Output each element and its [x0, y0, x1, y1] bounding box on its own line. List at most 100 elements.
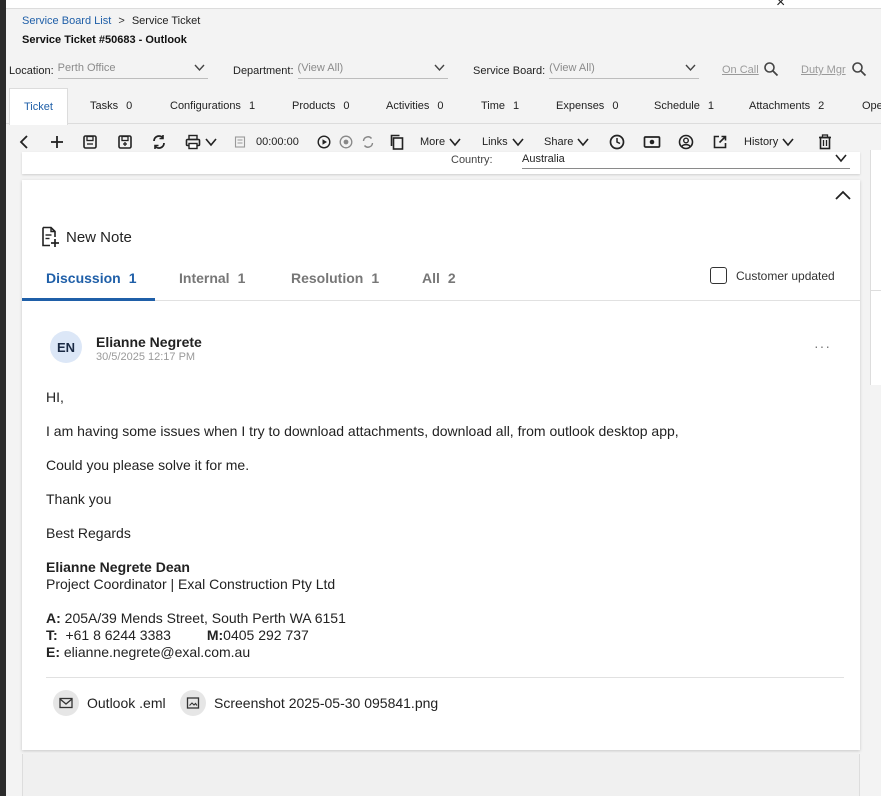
attachments-divider: [46, 677, 844, 678]
tab-activities[interactable]: Activities 0: [386, 88, 444, 124]
department-value: (View All): [297, 62, 344, 74]
stop-icon[interactable]: [339, 131, 353, 153]
avatar: EN: [50, 331, 82, 363]
reset-timer-icon[interactable]: [361, 131, 375, 153]
department-label: Department:: [233, 64, 294, 77]
tab-overflow[interactable]: Ope: [862, 88, 881, 124]
print-icon[interactable]: [185, 131, 218, 153]
image-icon: [180, 690, 206, 716]
open-external-icon[interactable]: [712, 131, 728, 153]
tab-schedule[interactable]: Schedule 1: [654, 88, 714, 124]
refresh-icon[interactable]: [151, 131, 167, 153]
note-line: I am having some issues when I try to do…: [46, 423, 679, 439]
tab-internal[interactable]: Internal 1: [179, 270, 245, 286]
breadcrumb-separator: >: [118, 15, 125, 27]
tab-products[interactable]: Products 0: [292, 88, 350, 124]
expense-icon[interactable]: [643, 131, 661, 153]
on-call-link[interactable]: On Call: [722, 64, 759, 76]
add-note-icon: [42, 226, 59, 247]
tab-ticket[interactable]: Ticket: [9, 88, 68, 125]
new-note-button[interactable]: New Note: [40, 226, 132, 248]
chevron-down-icon: [684, 61, 697, 77]
tab-tasks[interactable]: Tasks 0: [90, 88, 132, 124]
signature-email: E: elianne.negrete@exal.com.au: [46, 644, 251, 660]
attachment-name: Screenshot 2025-05-30 095841.png: [214, 695, 439, 711]
department-filter: Department: (View All): [233, 62, 448, 79]
note-line: Best Regards: [46, 525, 131, 541]
timer-display: 00:00:00: [256, 136, 299, 148]
more-label: More: [420, 136, 446, 148]
service-board-filter: Service Board: (View All): [473, 61, 700, 79]
department-select[interactable]: (View All): [297, 61, 448, 79]
links-menu-button[interactable]: Links: [482, 131, 525, 153]
attachment-item[interactable]: Screenshot 2025-05-30 095841.png: [180, 690, 438, 716]
ticket-tabs: Ticket Tasks 0 Configurations 1 Products 0 …: [6, 88, 881, 125]
save-and-close-icon[interactable]: [117, 131, 133, 153]
duty-mgr-link[interactable]: Duty Mgr: [801, 64, 846, 76]
note-line: HI,: [46, 389, 64, 405]
breadcrumb: Service Board List > Service Ticket: [22, 15, 200, 27]
service-board-select[interactable]: (View All): [549, 61, 700, 79]
tab-configurations[interactable]: Configurations 1: [170, 88, 255, 124]
timer-note-icon: [234, 131, 246, 153]
copy-icon[interactable]: [389, 131, 405, 153]
customer-updated-toggle[interactable]: Customer updated: [710, 267, 835, 284]
page-header: Service Board List > Service Ticket Serv…: [6, 8, 881, 56]
chevron-down-icon: [433, 61, 446, 77]
location-filter: Location: Perth Office: [9, 62, 208, 79]
chevron-up-icon[interactable]: [834, 188, 852, 205]
note-line: Could you please solve it for me.: [46, 457, 250, 473]
email-icon: [53, 690, 79, 716]
customer-updated-checkbox[interactable]: [710, 267, 727, 284]
next-card: [22, 754, 860, 796]
more-menu-button[interactable]: More: [420, 131, 462, 153]
share-menu-button[interactable]: Share: [544, 131, 590, 153]
search-icon[interactable]: [763, 61, 779, 77]
attachment-item[interactable]: Outlook .eml: [53, 690, 166, 716]
page-title: Service Ticket #50683 - Outlook: [22, 34, 187, 46]
history-menu-button[interactable]: History: [744, 131, 795, 153]
location-value: Perth Office: [57, 62, 116, 74]
side-panel-divider: [870, 290, 881, 291]
country-value: Australia: [522, 153, 565, 165]
location-label: Location:: [9, 64, 54, 77]
chevron-down-icon: [193, 61, 206, 77]
save-icon[interactable]: [82, 131, 98, 153]
note-author: Elianne Negrete: [96, 334, 202, 350]
tab-time[interactable]: Time 1: [481, 88, 519, 124]
breadcrumb-current: Service Ticket: [131, 15, 201, 27]
tab-all[interactable]: All 2: [422, 270, 456, 286]
side-panel-edge: [870, 150, 881, 385]
new-note-label: New Note: [66, 228, 132, 246]
note-timestamp: 30/5/2025 12:17 PM: [96, 351, 196, 363]
notes-card: New Note Discussion 1 Internal 1 Resolutio…: [22, 180, 860, 750]
clock-icon[interactable]: [609, 131, 625, 153]
country-label: Country:: [451, 154, 493, 166]
active-tab-indicator: [22, 298, 155, 301]
signature-role: Project Coordinator | Exal Construction …: [46, 576, 336, 592]
tab-resolution[interactable]: Resolution 1: [291, 270, 379, 286]
more-options-icon[interactable]: ···: [814, 338, 831, 354]
back-icon[interactable]: [16, 131, 32, 153]
links-label: Links: [482, 136, 508, 148]
country-field-row: Country: Australia: [22, 152, 860, 174]
add-icon[interactable]: [49, 131, 65, 153]
tab-attachments[interactable]: Attachments 2: [749, 88, 824, 124]
contact-icon[interactable]: [678, 131, 694, 153]
note-line: Thank you: [46, 491, 112, 507]
signature-phone: T: +61 8 6244 3383 M:0405 292 737: [46, 627, 309, 643]
signature-address: A: 205A/39 Mends Street, South Perth WA …: [46, 610, 346, 626]
history-label: History: [744, 136, 779, 148]
tab-expenses[interactable]: Expenses 0: [556, 88, 618, 124]
tab-discussion[interactable]: Discussion 1: [46, 270, 137, 286]
share-label: Share: [544, 136, 574, 148]
search-icon[interactable]: [851, 61, 867, 77]
chevron-down-icon: [834, 151, 848, 168]
location-select[interactable]: Perth Office: [57, 61, 208, 79]
country-select[interactable]: Australia: [522, 153, 850, 169]
delete-icon[interactable]: [817, 131, 833, 153]
play-icon[interactable]: [317, 131, 331, 153]
signature-name: Elianne Negrete Dean: [46, 559, 190, 575]
attachment-name: Outlook .eml: [87, 695, 166, 711]
breadcrumb-service-board-list[interactable]: Service Board List: [22, 15, 111, 27]
